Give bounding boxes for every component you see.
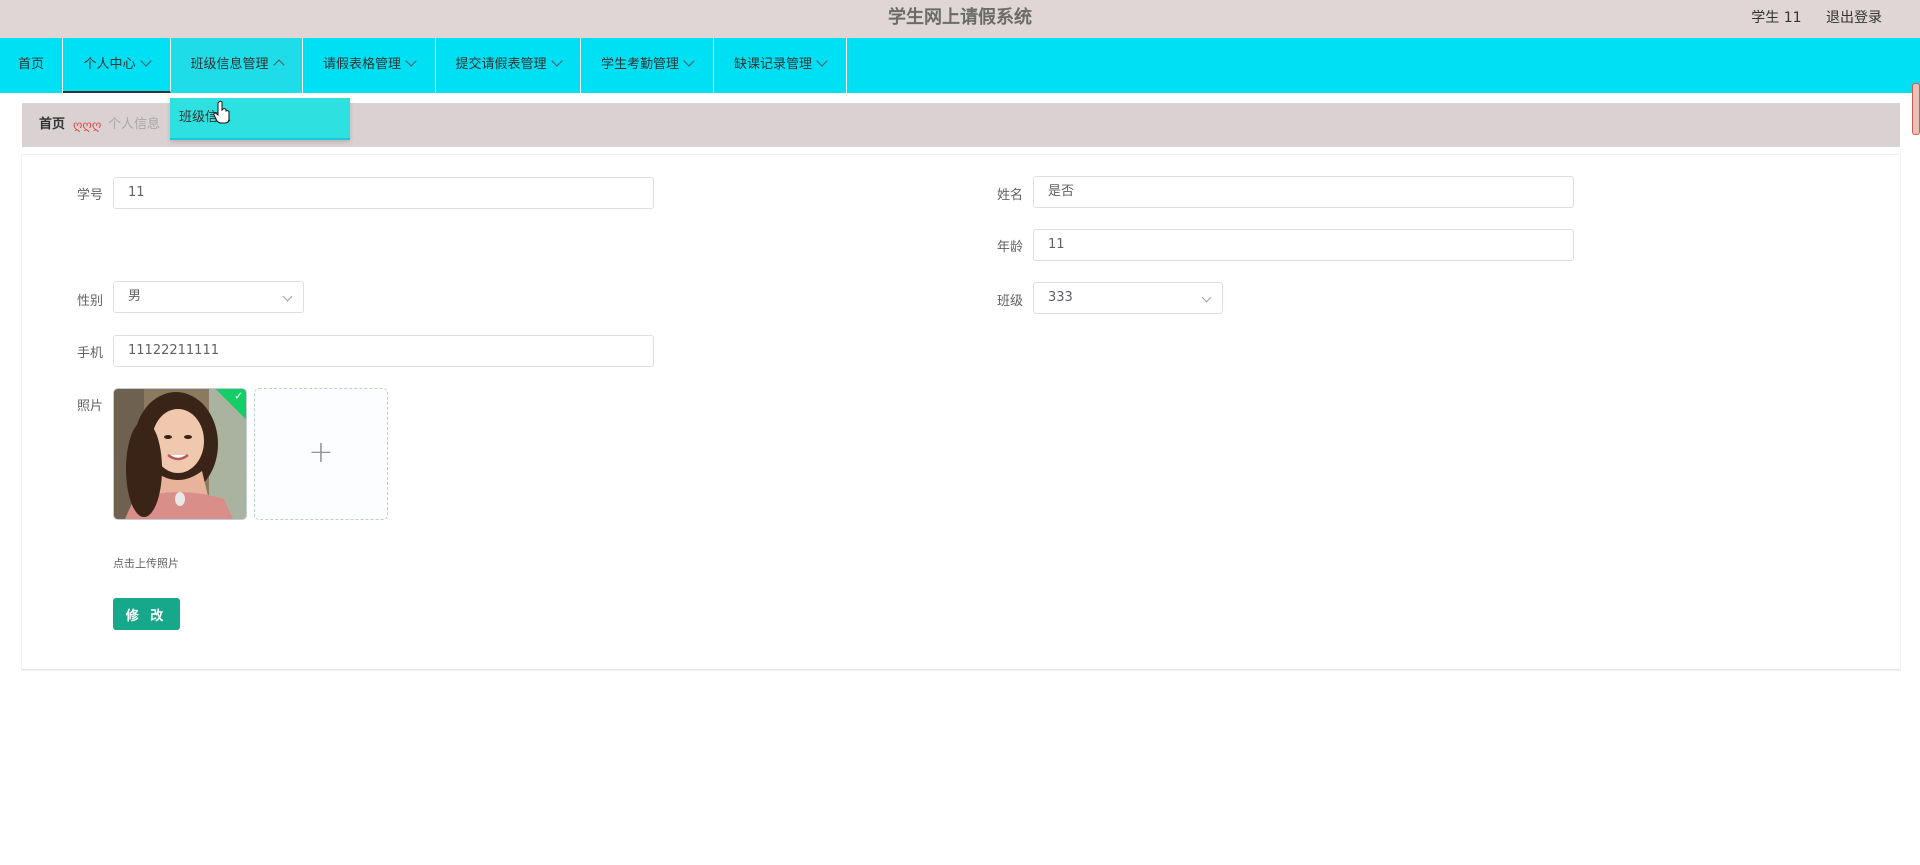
nav-item-personal-center[interactable]: 个人中心 — [63, 38, 171, 93]
chevron-down-icon — [816, 55, 828, 67]
chevron-down-icon — [405, 55, 417, 67]
nav-item-label: 班级信息管理 — [190, 57, 269, 72]
gender-select-value: 男 — [128, 289, 142, 304]
chevron-down-icon — [1201, 292, 1212, 303]
upload-tip: 点击上传照片 — [113, 557, 179, 570]
age-field[interactable]: 11 — [1033, 229, 1574, 261]
student-no-label: 学号 — [76, 188, 103, 203]
name-label: 姓名 — [996, 188, 1023, 203]
age-label: 年龄 — [996, 240, 1023, 255]
hand-cursor-icon — [213, 100, 230, 124]
phone-label: 手机 — [76, 346, 103, 361]
nav-item-label: 请假表格管理 — [322, 57, 401, 72]
plus-icon: + — [308, 435, 334, 470]
portrait-image — [114, 389, 246, 519]
nav-item-label: 个人中心 — [83, 57, 136, 72]
breadcrumb-current: 个人信息 — [108, 117, 161, 132]
nav-item-label: 首页 — [17, 57, 44, 72]
breadcrumb-separator: ღღღ — [73, 118, 102, 132]
main-nav: 首页 个人中心 班级信息管理 请假表格管理 提交请假表管理 学生考勤管理 缺课记… — [0, 38, 1920, 93]
check-icon: ✓ — [234, 389, 244, 403]
current-user: 学生 11 — [1751, 10, 1802, 26]
nav-item-class-info[interactable]: 班级信息管理 — [171, 38, 303, 93]
nav-item-home[interactable]: 首页 — [0, 38, 63, 93]
photo-upload-button[interactable]: + — [254, 388, 388, 520]
user-area: 学生 11 退出登录 — [1731, 0, 1882, 36]
breadcrumb-home[interactable]: 首页 — [39, 103, 65, 147]
logout-link[interactable]: 退出登录 — [1826, 10, 1882, 26]
class-select[interactable]: 333 — [1033, 282, 1223, 314]
nav-item-attendance[interactable]: 学生考勤管理 — [581, 38, 714, 93]
class-info-dropdown: 班级信息 — [170, 98, 350, 140]
gender-select[interactable]: 男 — [113, 281, 304, 313]
chevron-down-icon — [683, 55, 695, 67]
nav-item-absence-records[interactable]: 缺课记录管理 — [714, 38, 847, 93]
chevron-down-icon — [550, 55, 563, 67]
chevron-down-icon — [282, 291, 293, 302]
nav-item-submit-leave[interactable]: 提交请假表管理 — [436, 38, 581, 93]
scrollbar-thumb[interactable] — [1912, 83, 1920, 135]
name-field[interactable]: 是否 — [1033, 176, 1574, 208]
phone-field[interactable]: 11122211111 — [113, 335, 654, 367]
chevron-down-icon — [139, 55, 152, 67]
student-no-field[interactable]: 11 — [113, 177, 654, 209]
chevron-up-icon — [272, 59, 285, 71]
uploaded-photo[interactable]: ✓ — [113, 388, 247, 520]
gender-label: 性别 — [76, 294, 103, 309]
top-header: 学生网上请假系统 学生 11 退出登录 — [0, 0, 1920, 38]
class-select-value: 333 — [1048, 290, 1073, 305]
photo-label: 照片 — [76, 399, 103, 414]
class-label: 班级 — [996, 294, 1023, 309]
nav-item-label: 提交请假表管理 — [455, 57, 547, 72]
system-title: 学生网上请假系统 — [888, 7, 1032, 28]
nav-item-label: 缺课记录管理 — [733, 57, 812, 72]
update-button[interactable]: 修 改 — [113, 598, 180, 630]
nav-item-leave-form[interactable]: 请假表格管理 — [303, 38, 436, 93]
nav-item-label: 学生考勤管理 — [600, 57, 679, 72]
